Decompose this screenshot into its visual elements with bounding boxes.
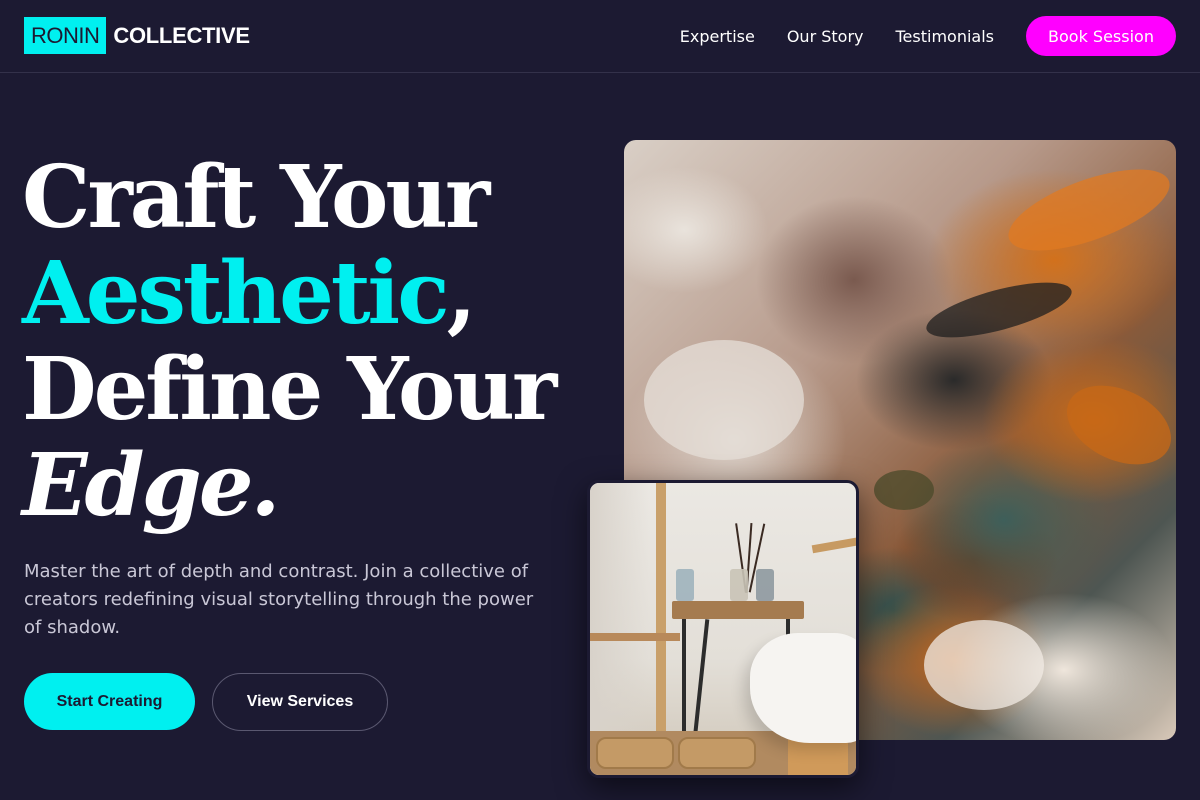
- paint-basket: [596, 737, 674, 769]
- landing-page: RONIN COLLECTIVE Expertise Our Story Tes…: [0, 0, 1200, 800]
- headline-line-1: Craft Your: [22, 147, 490, 248]
- view-services-button[interactable]: View Services: [212, 673, 388, 731]
- paint-stroke: [874, 470, 934, 510]
- logo-text: COLLECTIVE: [113, 22, 250, 48]
- paint-stroke: [924, 620, 1044, 710]
- headline-accent-word: Aesthetic: [22, 243, 450, 344]
- paint-stroke: [1054, 370, 1176, 480]
- nav-link-testimonials[interactable]: Testimonials: [896, 27, 995, 46]
- paint-jar: [730, 569, 748, 601]
- logo-box: RONIN: [24, 17, 107, 54]
- nav-link-our-story[interactable]: Our Story: [787, 27, 864, 46]
- nav-link-expertise[interactable]: Expertise: [680, 27, 755, 46]
- paint-jar: [756, 569, 774, 601]
- hero-subtext: Master the art of depth and contrast. Jo…: [24, 561, 534, 638]
- paint-jar: [676, 569, 694, 601]
- nav-links: Expertise Our Story Testimonials: [680, 24, 994, 48]
- hero-headline: Craft Your Aesthetic, Define Your Edge.: [22, 150, 602, 534]
- paint-stroke: [644, 340, 804, 460]
- paint-basket: [678, 737, 756, 769]
- easel-bar: [590, 633, 680, 641]
- logo[interactable]: RONIN COLLECTIVE: [24, 17, 250, 54]
- top-nav: RONIN COLLECTIVE Expertise Our Story Tes…: [0, 0, 1200, 73]
- start-creating-button[interactable]: Start Creating: [24, 673, 195, 730]
- paint-stroke: [921, 271, 1077, 349]
- studio-table: [672, 601, 804, 619]
- book-session-button[interactable]: Book Session: [1026, 16, 1176, 56]
- headline-line-2: Aesthetic,: [22, 246, 602, 342]
- paint-stroke: [998, 152, 1176, 268]
- art-studio-image: [587, 480, 859, 778]
- headline-line-3: Define Your: [22, 339, 557, 440]
- easel-arm: [811, 536, 856, 554]
- headline-comma: ,: [446, 243, 477, 344]
- drape-cloth: [750, 633, 856, 743]
- headline-line-4: Edge.: [22, 435, 280, 536]
